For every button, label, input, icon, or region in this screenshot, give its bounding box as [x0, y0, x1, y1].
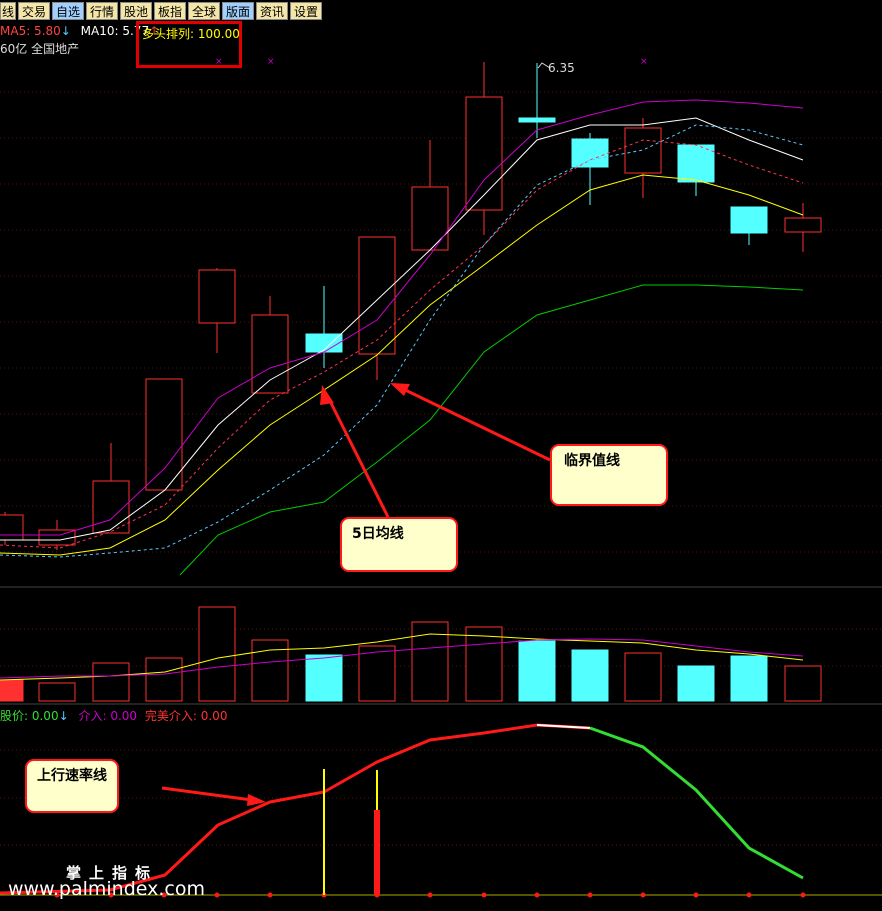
duotou-highlight-box [136, 21, 242, 68]
candle-body-15 [784, 217, 822, 233]
arrow-ma5-shaft [325, 394, 390, 518]
candle-body-5 [251, 314, 289, 394]
volume-bar-0 [0, 679, 24, 702]
toolbar-button-6[interactable]: 全球 [188, 2, 220, 20]
toolbar-button-8[interactable]: 资讯 [256, 2, 288, 20]
volume-bar-15 [784, 665, 822, 702]
callout-ma5: 5日均线 [340, 517, 458, 572]
volume-bar-13 [677, 665, 715, 702]
callout-critical-line: 临界值线 [550, 444, 668, 506]
toolbar-button-3[interactable]: 行情 [86, 2, 118, 20]
arrow-uprate-shaft [161, 786, 253, 802]
toolbar-button-0[interactable]: 线 [0, 2, 16, 20]
baseline-dot-11 [640, 892, 646, 898]
jieru-legend: 介入: 0.00 [78, 709, 138, 723]
baseline-dot-7 [427, 892, 433, 898]
toolbar-button-7[interactable]: 版面 [222, 2, 254, 20]
volume-bar-7 [358, 645, 396, 702]
candle-body-11 [571, 138, 609, 168]
candle-body-9 [465, 96, 503, 211]
volume-bar-11 [571, 649, 609, 702]
callout-uprate-line: 上行速率线 [25, 759, 119, 813]
arrow-critical-head [390, 383, 410, 396]
candle-body-10 [518, 117, 556, 123]
top-toolbar: 线交易 自选 行情 股池 板指 全球 版面 资讯 设置 [0, 0, 882, 22]
marker-x-1: × [267, 57, 275, 67]
volume-bar-4 [198, 606, 236, 702]
volume-bar-6 [305, 654, 343, 702]
candle-body-13 [677, 144, 715, 183]
candle-body-4 [198, 269, 236, 324]
volume-bar-3 [145, 657, 183, 702]
marker-x-2: × [640, 57, 648, 67]
baseline-dot-9 [534, 892, 540, 898]
baseline-dot-4 [267, 892, 273, 898]
price-legend: 股价: 0.00 [0, 709, 59, 723]
watermark-url: www.palmindex.com [8, 878, 206, 900]
volume-bar-2 [92, 662, 130, 702]
candle-body-7 [358, 236, 396, 355]
baseline-dot-14 [800, 892, 806, 898]
price-down-arrow-icon: ↓ [58, 709, 69, 723]
wanmei-legend: 完美介入: 0.00 [144, 709, 228, 723]
arrow-critical-shaft [396, 384, 551, 462]
toolbar-button-2[interactable]: 自选 [52, 2, 84, 20]
candle-body-14 [730, 206, 768, 234]
sector-label: 60亿 全国地产 [0, 42, 80, 56]
baseline-dot-10 [587, 892, 593, 898]
volume-bar-10 [518, 640, 556, 702]
baseline-dot-13 [746, 892, 752, 898]
toolbar-button-4[interactable]: 股池 [120, 2, 152, 20]
candle-body-8 [411, 186, 449, 251]
candle-body-6 [305, 333, 343, 353]
ma5-down-arrow-icon: ↓ [60, 24, 71, 38]
baseline-dot-12 [693, 892, 699, 898]
indicator-legend: 股价: 0.00↓ 介入: 0.00 完美介入: 0.00 [0, 707, 227, 724]
signal-bar-red [374, 810, 380, 895]
volume-bar-1 [38, 682, 76, 702]
baseline-dot-8 [481, 892, 487, 898]
candle-body-3 [145, 378, 183, 491]
ma5-legend: MA5: 5.80 [0, 24, 61, 38]
baseline-dot-3 [214, 892, 220, 898]
stock-chart: × × × [0, 57, 882, 898]
volume-bar-12 [624, 652, 662, 702]
toolbar-button-9[interactable]: 设置 [290, 2, 322, 20]
toolbar-button-5[interactable]: 板指 [154, 2, 186, 20]
candle-body-12 [624, 127, 662, 174]
toolbar-button-1[interactable]: 交易 [18, 2, 50, 20]
volume-bar-9 [465, 626, 503, 702]
volume-bar-14 [730, 655, 768, 702]
candle-body-0 [0, 514, 24, 541]
high-price-label: 6.35 [548, 61, 575, 75]
